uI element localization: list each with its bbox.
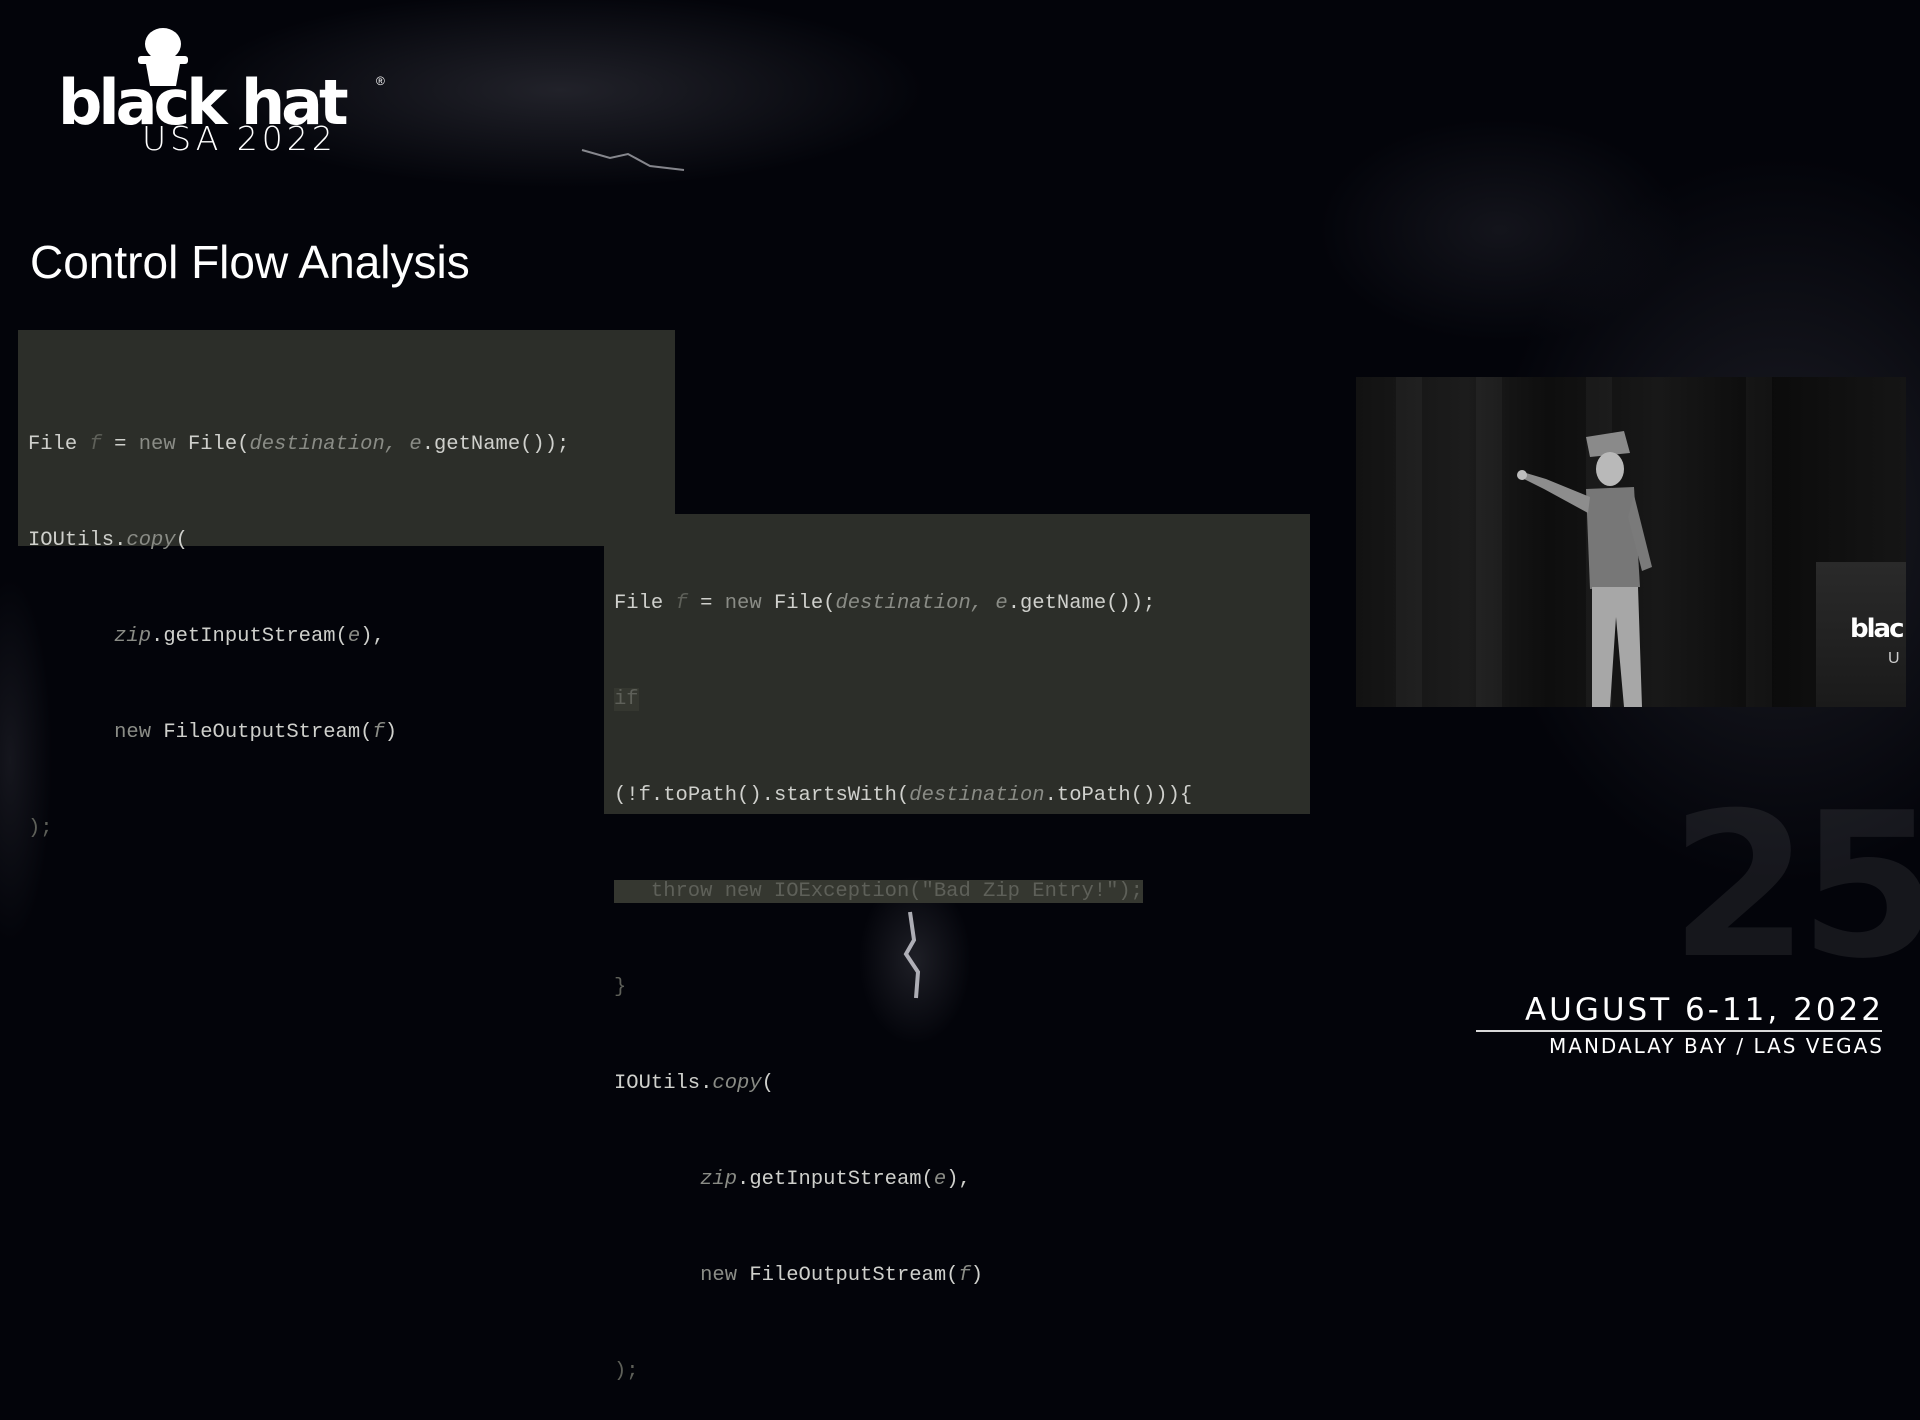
code-line: (!f.toPath().startsWith(destination.toPa… — [614, 784, 1193, 807]
curtain-fold — [1476, 377, 1502, 707]
anniversary-number: 25 — [1670, 770, 1920, 1003]
code-line: throw new IOException("Bad Zip Entry!"); — [614, 880, 1143, 903]
code-line: File f = new File(destination, e.getName… — [28, 433, 570, 456]
banner-subtext: U — [1888, 650, 1900, 667]
code-snippet-vulnerable: File f = new File(destination, e.getName… — [18, 330, 675, 840]
speaker-video: blac U — [1356, 377, 1906, 707]
code-line: ); — [614, 1360, 639, 1383]
slide-title: Control Flow Analysis — [30, 236, 470, 288]
code-line: ); — [28, 817, 53, 840]
banner-wordmark: blac — [1850, 614, 1905, 644]
code-line: new FileOutputStream(f) — [114, 721, 398, 744]
code-snippet-fixed: File f = new File(destination, e.getName… — [604, 514, 1310, 1383]
code-line: IOUtils.copy( — [28, 529, 188, 552]
speaker-figure — [1517, 431, 1652, 707]
code-line: } — [614, 976, 627, 999]
blackhat-logo: black hat ® USA 2022 — [58, 26, 398, 158]
code-line: if — [614, 688, 639, 711]
event-dates: AUGUST 6-11, 2022 — [1524, 992, 1884, 1028]
registered-mark: ® — [376, 74, 385, 88]
lightning-decoration — [581, 149, 685, 171]
code-line: IOUtils.copy( — [614, 1072, 774, 1095]
code-line: new FileOutputStream(f) — [700, 1264, 984, 1287]
code-line: zip.getInputStream(e), — [700, 1168, 971, 1191]
event-venue: MANDALAY BAY / LAS VEGAS — [1549, 1034, 1884, 1058]
code-line: zip.getInputStream(e), — [114, 625, 385, 648]
blackhat-banner: blac U — [1816, 562, 1906, 707]
logo-edition: USA 2022 — [142, 119, 337, 158]
event-divider — [1476, 1030, 1882, 1032]
code-line: File f = new File(destination, e.getName… — [614, 592, 1156, 615]
curtain-fold — [1396, 377, 1422, 707]
curtain-fold — [1746, 377, 1772, 707]
